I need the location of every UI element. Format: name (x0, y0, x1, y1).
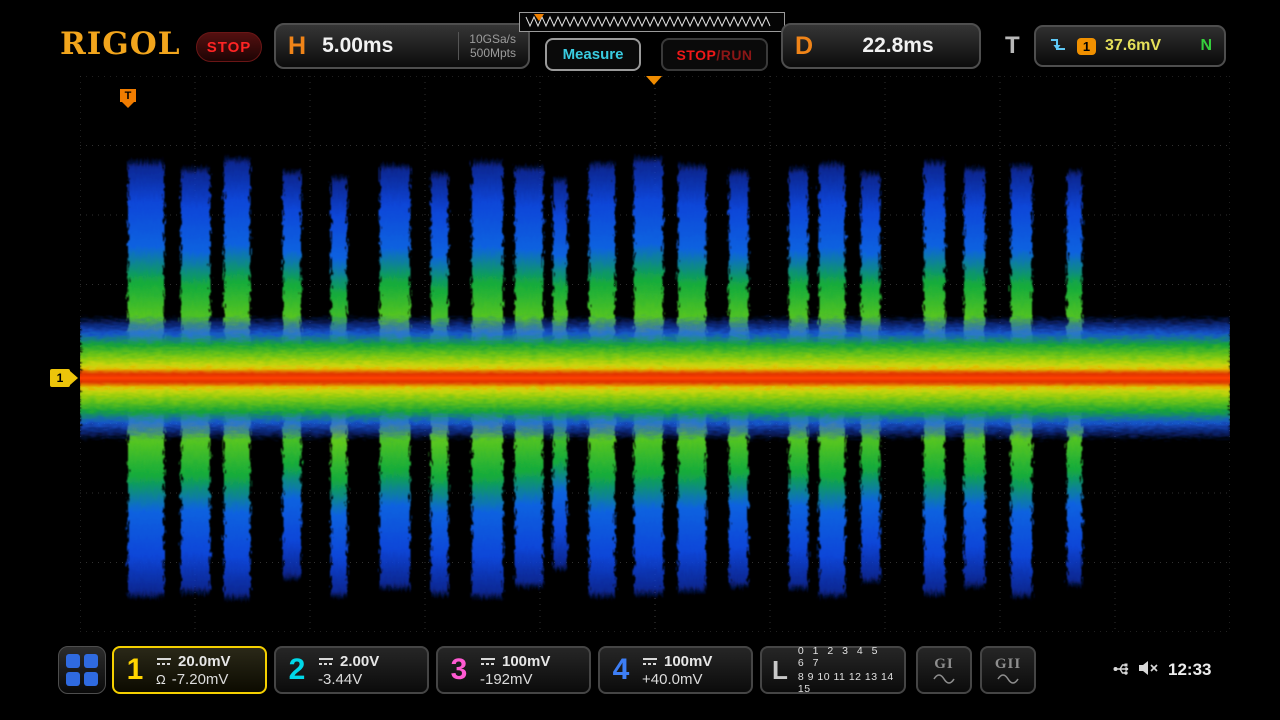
brand-logo: RIGOL (60, 26, 181, 62)
logic-label: L (772, 655, 788, 686)
waveform-overview[interactable] (519, 12, 785, 32)
measure-button[interactable]: Measure (545, 38, 641, 71)
channel-4-box[interactable]: 4 100mV +40.0mV (598, 646, 753, 694)
stop-label: STOP (676, 47, 716, 63)
channel-3-offset: -192mV (480, 671, 533, 688)
timebase-value: 5.00ms (322, 34, 458, 58)
run-state-badge: STOP (196, 32, 262, 62)
trigger-coupling-indicator: N (1200, 37, 1212, 55)
channel-1-offset: -7.20mV (172, 671, 229, 688)
channel-1-box[interactable]: 1 20.0mV Ω -7.20mV (112, 646, 267, 694)
channel-2-number: 2 (284, 653, 310, 687)
stop-run-button[interactable]: STOP /RUN (661, 38, 768, 71)
waveform-display[interactable]: T (80, 76, 1230, 632)
logic-row-1: 0 1 2 3 4 5 6 7 (798, 645, 894, 669)
usb-icon (1113, 660, 1131, 678)
overview-trace (526, 17, 770, 26)
waveform-plot (80, 76, 1230, 632)
sample-rate: 10GSa/s (469, 32, 516, 46)
dc-coupling-icon (642, 657, 658, 666)
channel-2-scale: 2.00V (340, 653, 379, 670)
clock: 12:33 (1168, 660, 1211, 680)
channel1-position-marker[interactable]: 1 (50, 369, 70, 387)
overview-trigger-marker-icon[interactable] (534, 14, 544, 21)
channel-1-scale: 20.0mV (178, 653, 231, 670)
trigger-level-value: 37.6mV (1105, 37, 1161, 55)
horizontal-label: H (288, 32, 306, 61)
delay-display[interactable]: D 22.8ms (781, 23, 981, 69)
memory-depth: 500Mpts (470, 46, 516, 60)
generator-2-box[interactable]: GII (980, 646, 1036, 694)
sine-wave-icon (996, 674, 1020, 684)
channel-3-number: 3 (446, 653, 472, 687)
horizontal-settings[interactable]: H 5.00ms 10GSa/s 500Mpts (274, 23, 530, 69)
trigger-channel-marker[interactable]: T (120, 89, 136, 102)
menu-grid-icon (66, 672, 80, 686)
dc-coupling-icon (156, 657, 172, 666)
dc-coupling-icon (318, 657, 334, 666)
logic-row-2: 8 9 10 11 12 13 14 15 (798, 671, 894, 695)
waveform-core (80, 369, 1230, 387)
generator-1-label: GI (934, 656, 954, 673)
menu-grid-icon (66, 654, 80, 668)
menu-grid-icon (84, 672, 98, 686)
measure-button-label: Measure (563, 46, 624, 63)
channel-4-offset: +40.0mV (642, 671, 702, 688)
trigger-source-badge: 1 (1077, 38, 1096, 55)
generator-2-label: GII (995, 656, 1021, 673)
delay-value: 22.8ms (829, 34, 967, 58)
trigger-position-marker-icon[interactable] (646, 76, 662, 85)
menu-button[interactable] (58, 646, 106, 694)
channel-2-box[interactable]: 2 2.00V -3.44V (274, 646, 429, 694)
overview-waveform (520, 13, 784, 31)
trigger-edge-icon (1048, 37, 1068, 55)
menu-grid-icon (84, 654, 98, 668)
channel-1-number: 1 (122, 653, 148, 687)
channel-4-scale: 100mV (664, 653, 712, 670)
channel-3-box[interactable]: 3 100mV -192mV (436, 646, 591, 694)
mute-speaker-icon (1138, 659, 1160, 677)
logic-channels-box[interactable]: L 0 1 2 3 4 5 6 7 8 9 10 11 12 13 14 15 (760, 646, 906, 694)
channel-2-offset: -3.44V (318, 671, 362, 688)
delay-label: D (795, 32, 813, 61)
trigger-label: T (1005, 32, 1020, 60)
acquisition-info: 10GSa/s 500Mpts (458, 32, 516, 60)
run-label: /RUN (716, 47, 752, 63)
channel-3-scale: 100mV (502, 653, 550, 670)
generator-1-box[interactable]: GI (916, 646, 972, 694)
sine-wave-icon (932, 674, 956, 684)
trigger-settings[interactable]: 1 37.6mV N (1034, 25, 1226, 67)
channel-4-number: 4 (608, 653, 634, 687)
oscilloscope-screen: RIGOL STOP H 5.00ms 10GSa/s 500Mpts Meas… (0, 0, 1280, 720)
dc-coupling-icon (480, 657, 496, 666)
channel-1-impedance: Ω (156, 672, 166, 687)
